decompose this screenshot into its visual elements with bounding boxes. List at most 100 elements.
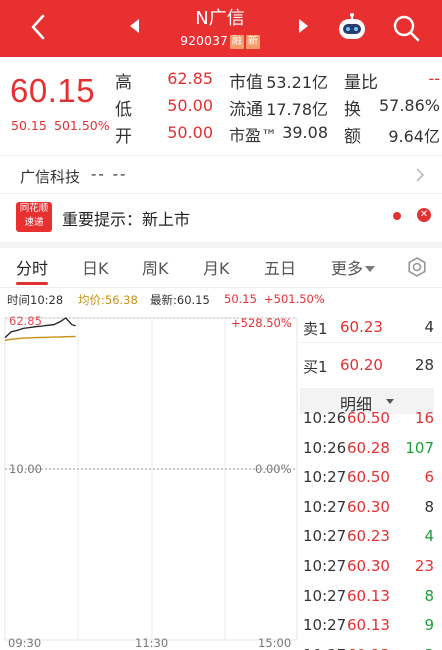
divider bbox=[0, 287, 442, 288]
latest-price: 最新:60.15 bbox=[150, 293, 210, 307]
y-label-prev-close: 10.00 bbox=[9, 462, 42, 476]
trade-time: 10:27 bbox=[303, 468, 347, 487]
x-tick-open: 09:30 bbox=[8, 636, 42, 650]
trade-volume: 107 bbox=[405, 438, 434, 457]
low-value: 50.00 bbox=[167, 96, 213, 115]
trade-price: 60.28 bbox=[347, 438, 390, 457]
turnover-label: 换 bbox=[344, 100, 361, 120]
close-icon[interactable]: ✕ bbox=[417, 208, 431, 222]
avg-price-line bbox=[4, 335, 76, 342]
chart-frame bbox=[4, 317, 298, 641]
ask1-volume: 4 bbox=[424, 318, 434, 336]
trade-time: 10:27 bbox=[303, 646, 346, 650]
dropdown-arrow-icon bbox=[365, 266, 376, 272]
stock-code: 920037 bbox=[180, 33, 228, 48]
trade-price: 60.50 bbox=[347, 468, 390, 487]
market-cap-label: 市值 bbox=[229, 73, 263, 93]
market-cap-value: 53.21亿 bbox=[266, 73, 328, 92]
y-label-zero-pct: 0.00% bbox=[255, 462, 292, 476]
trade-price: 60.13 bbox=[347, 586, 390, 605]
tab-more[interactable]: 更多 bbox=[331, 255, 376, 279]
industry-name[interactable]: 广信科技 bbox=[20, 166, 80, 187]
chart-plot bbox=[4, 317, 298, 641]
low-label: 低 bbox=[115, 100, 132, 120]
trade-price: 60.13 bbox=[347, 646, 390, 650]
open-label: 开 bbox=[115, 127, 132, 147]
trade-price: 60.50 bbox=[347, 409, 390, 427]
high-label: 高 bbox=[115, 73, 132, 93]
float-cap-label: 流通 bbox=[229, 100, 263, 120]
divider bbox=[0, 193, 442, 194]
robot-assistant-icon[interactable] bbox=[336, 12, 368, 44]
trade-volume: 8 bbox=[424, 497, 434, 516]
trade-price: 60.13 bbox=[347, 616, 390, 635]
trade-volume: 4 bbox=[424, 527, 434, 546]
ths-news-logo: 同花顺 速递 bbox=[16, 202, 52, 232]
bid1-volume: 28 bbox=[414, 356, 434, 374]
new-tag: 新 bbox=[245, 35, 260, 49]
y-label-max: 62.85 bbox=[9, 314, 42, 328]
trade-time: 10:27 bbox=[303, 497, 347, 516]
high-value: 62.85 bbox=[167, 69, 213, 88]
amount-label: 额 bbox=[344, 127, 361, 147]
trade-price: 60.23 bbox=[347, 527, 390, 546]
trade-time: 10:26 bbox=[303, 438, 347, 457]
next-stock-icon[interactable] bbox=[299, 19, 308, 33]
search-icon[interactable] bbox=[392, 14, 420, 42]
settings-icon[interactable] bbox=[406, 256, 428, 278]
trade-time: 10:27 bbox=[303, 616, 347, 635]
back-arrow-icon[interactable] bbox=[22, 12, 56, 42]
x-tick-close: 15:00 bbox=[258, 636, 292, 650]
ask1-label: 卖1 bbox=[303, 320, 328, 338]
tab-intraday[interactable]: 分时 bbox=[16, 255, 48, 279]
bid1-price: 60.20 bbox=[340, 356, 383, 374]
chevron-right-icon[interactable] bbox=[414, 167, 426, 183]
news-headline[interactable]: 重要提示：新上市 bbox=[62, 206, 190, 230]
industry-change: -- -- bbox=[91, 165, 128, 183]
dropdown-arrow-icon[interactable] bbox=[386, 399, 394, 404]
open-value: 50.00 bbox=[167, 123, 213, 142]
tab-monthly-k[interactable]: 月K bbox=[203, 255, 230, 279]
trade-time: 10:27 bbox=[303, 586, 347, 605]
active-tab-indicator bbox=[16, 282, 48, 285]
pe-ratio-value: 39.08 bbox=[282, 123, 328, 142]
stock-code-line: 920037 融新 bbox=[150, 33, 290, 49]
trade-time: 10:27 bbox=[303, 557, 347, 575]
prev-stock-icon[interactable] bbox=[130, 19, 139, 33]
trade-volume: 16 bbox=[414, 409, 434, 427]
pe-ratio-label: 市盈™ bbox=[229, 126, 278, 145]
volume-ratio-label: 量比 bbox=[344, 73, 378, 93]
trade-price: 60.30 bbox=[347, 497, 390, 516]
float-cap-value: 17.78亿 bbox=[266, 100, 328, 119]
unread-dot-icon bbox=[393, 212, 401, 220]
cursor-time: 时间10:28 bbox=[7, 293, 64, 307]
tab-weekly-k[interactable]: 周K bbox=[142, 255, 169, 279]
stock-name: N广信 bbox=[195, 8, 245, 29]
divider bbox=[0, 155, 442, 156]
divider bbox=[300, 342, 442, 343]
trade-time: 10:27 bbox=[303, 527, 347, 546]
trade-volume: 3 bbox=[398, 646, 434, 650]
price-change-pct: 501.50% bbox=[54, 118, 110, 133]
y-label-max-pct: +528.50% bbox=[231, 316, 292, 330]
section-gap bbox=[0, 242, 442, 248]
trade-price: 60.30 bbox=[347, 557, 390, 575]
trade-volume: 23 bbox=[414, 557, 434, 575]
trade-time: 10:26 bbox=[303, 409, 347, 427]
amount-value: 9.64亿 bbox=[388, 127, 440, 146]
margin-tag: 融 bbox=[229, 35, 244, 49]
trade-volume: 6 bbox=[424, 468, 434, 487]
tab-five-day[interactable]: 五日 bbox=[264, 255, 296, 279]
price-change: 50.15 bbox=[11, 118, 47, 133]
turnover-value: 57.86% bbox=[378, 96, 440, 115]
top-bar: N广信 920037 融新 bbox=[0, 0, 442, 57]
stock-detail-page: N广信 920037 融新 60.15 50.15 501.50% 高 62.85… bbox=[0, 0, 442, 650]
trade-volume: 9 bbox=[424, 616, 434, 635]
tab-daily-k[interactable]: 日K bbox=[82, 255, 109, 279]
avg-price: 均价:56.38 bbox=[78, 293, 138, 307]
x-tick-midday: 11:30 bbox=[135, 636, 169, 650]
info-change-pct: +501.50% bbox=[264, 292, 325, 306]
trade-volume: 8 bbox=[424, 586, 434, 605]
volume-ratio-value: -- bbox=[428, 69, 440, 88]
ask1-price: 60.23 bbox=[340, 318, 383, 336]
